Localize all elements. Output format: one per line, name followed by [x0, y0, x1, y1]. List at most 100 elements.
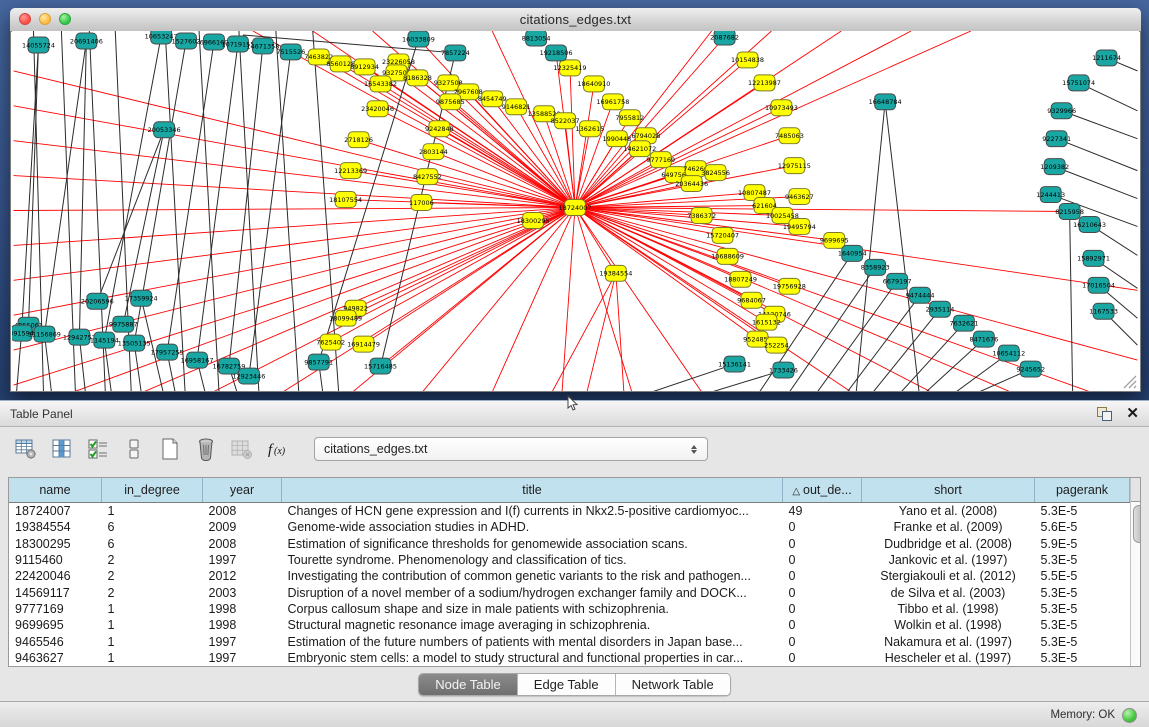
graph-node[interactable]: 3824556: [701, 165, 730, 181]
canvas-resize-grip[interactable]: [1121, 373, 1137, 389]
create-column-icon[interactable]: [156, 435, 184, 463]
graph-node[interactable]: 14055724: [22, 37, 55, 53]
tab-network-table[interactable]: Network Table: [616, 674, 730, 695]
graph-node[interactable]: 13505135: [118, 335, 151, 351]
graph-node[interactable]: 12213987: [748, 75, 781, 91]
table-row[interactable]: 1830029562008Estimation of significance …: [9, 536, 1130, 552]
graph-node[interactable]: 2935114: [926, 301, 955, 317]
graph-node[interactable]: 1362615: [576, 121, 605, 137]
window-titlebar[interactable]: citations_edges.txt: [10, 8, 1141, 32]
table-row[interactable]: 946554611997Estimation of the future num…: [9, 633, 1130, 649]
graph-node[interactable]: 252254: [764, 337, 789, 353]
graph-node[interactable]: 9227341: [1042, 131, 1071, 147]
graph-node[interactable]: 1145194: [90, 332, 119, 348]
graph-node[interactable]: 117006: [409, 195, 434, 211]
table-selector-dropdown[interactable]: citations_edges.txt: [314, 437, 708, 461]
graph-node[interactable]: 2803144: [419, 144, 448, 160]
graph-node[interactable]: 1615132: [752, 314, 781, 330]
graph-node[interactable]: 16958167: [181, 352, 214, 368]
graph-node[interactable]: 9777169: [646, 152, 675, 168]
tab-node-table[interactable]: Node Table: [419, 674, 518, 695]
column-header-in_degree[interactable]: in_degree: [102, 478, 203, 503]
column-header-out_de[interactable]: △out_de...: [783, 478, 862, 503]
graph-node[interactable]: 18807249: [724, 271, 757, 287]
graph-node[interactable]: 20206596: [81, 293, 114, 309]
graph-node[interactable]: 8186328: [403, 70, 432, 86]
graph-node[interactable]: 15892971: [1077, 250, 1110, 266]
graph-node[interactable]: 10154838: [731, 52, 764, 68]
graph-node[interactable]: 1167533: [1089, 303, 1118, 319]
graph-node[interactable]: 1527602: [172, 33, 201, 49]
graph-node[interactable]: 7955812: [615, 110, 644, 126]
scrollbar-track[interactable]: [1131, 502, 1140, 666]
graph-node[interactable]: 16648784: [869, 94, 902, 110]
graph-node[interactable]: 1244413: [1036, 187, 1065, 203]
table-row[interactable]: 1456911722003Disruption of a novel membe…: [9, 584, 1130, 600]
graph-node[interactable]: 9975887: [109, 316, 138, 332]
graph-node[interactable]: 1640954: [838, 245, 867, 261]
graph-node[interactable]: 7625402: [316, 334, 345, 350]
graph-node[interactable]: 16961758: [596, 94, 629, 110]
table-row[interactable]: 969969511998Structural magnetic resonanc…: [9, 617, 1130, 633]
graph-node[interactable]: 8427552: [413, 169, 442, 185]
scrollbar-thumb[interactable]: [1133, 505, 1141, 543]
graph-node[interactable]: 7386372: [687, 208, 716, 224]
graph-node[interactable]: 9242848: [425, 121, 454, 137]
table-row[interactable]: 2242004622012Investigating the contribut…: [9, 568, 1130, 584]
graph-node[interactable]: 9463627: [785, 189, 814, 205]
graph-node[interactable]: 8358923: [861, 259, 890, 275]
table-scrollbar[interactable]: [1130, 478, 1140, 666]
graph-node[interactable]: 1733426: [769, 362, 798, 378]
graph-node[interactable]: 9684067: [737, 292, 766, 308]
graph-node[interactable]: 7857224: [441, 45, 470, 61]
graph-node[interactable]: 8912934: [350, 59, 379, 75]
column-header-pagerank[interactable]: pagerank: [1035, 478, 1130, 503]
graph-node[interactable]: 9857791: [304, 354, 333, 370]
table-row[interactable]: 911546021997Tourette syndrome. Phenomeno…: [9, 552, 1130, 568]
delete-column-icon[interactable]: [192, 435, 220, 463]
network-canvas[interactable]: 1872400774638228560128891293423226058932…: [12, 31, 1139, 391]
graph-node[interactable]: 7485063: [775, 128, 804, 144]
column-header-short[interactable]: short: [862, 478, 1035, 503]
graph-node[interactable]: 9329966: [1047, 103, 1076, 119]
graph-node[interactable]: 9146821: [502, 99, 531, 115]
column-header-name[interactable]: name: [9, 478, 102, 503]
column-header-year[interactable]: year: [203, 478, 282, 503]
select-all-icon[interactable]: [84, 435, 112, 463]
clear-selection-icon[interactable]: [120, 435, 148, 463]
graph-node[interactable]: 7515526: [276, 44, 305, 60]
graph-node[interactable]: 8471676: [969, 331, 998, 347]
graph-node[interactable]: 19384554: [599, 265, 632, 281]
minimize-window-button[interactable]: [39, 13, 51, 25]
table-mode-icon[interactable]: [12, 435, 40, 463]
table-row[interactable]: 1938455462009Genome-wide association stu…: [9, 519, 1130, 535]
graph-node[interactable]: 19218506: [540, 45, 573, 61]
close-panel-icon[interactable]: ✕: [1126, 407, 1139, 421]
graph-node[interactable]: 15716485: [364, 358, 397, 374]
close-window-button[interactable]: [19, 13, 31, 25]
zoom-window-button[interactable]: [59, 13, 71, 25]
graph-node[interactable]: 2087682: [710, 31, 739, 45]
table-row[interactable]: 977716911998Corpus callosum shape and si…: [9, 601, 1130, 617]
graph-node[interactable]: 9245652: [1016, 361, 1045, 377]
show-columns-icon[interactable]: [48, 435, 76, 463]
graph-node[interactable]: 15136141: [718, 356, 751, 372]
column-header-title[interactable]: title: [282, 478, 783, 503]
graph-node[interactable]: 6679197: [883, 273, 912, 289]
graph-node[interactable]: 10688609: [711, 248, 744, 264]
graph-node[interactable]: 16033809: [402, 31, 435, 47]
graph-node[interactable]: 1211674: [1092, 50, 1121, 66]
graph-node[interactable]: 16914479: [347, 336, 380, 352]
graph-node[interactable]: 19756928: [773, 278, 806, 294]
tab-edge-table[interactable]: Edge Table: [518, 674, 616, 695]
graph-node[interactable]: 20691406: [70, 33, 103, 49]
graph-node[interactable]: 17016504: [1082, 277, 1115, 293]
graph-node[interactable]: 9474444: [906, 287, 935, 303]
graph-node[interactable]: 1209382: [1040, 159, 1069, 175]
graph-node[interactable]: 7632621: [950, 315, 979, 331]
graph-node[interactable]: 15720407: [706, 227, 739, 243]
graph-node[interactable]: 18640910: [577, 76, 610, 92]
function-builder-icon[interactable]: f(x): [264, 435, 292, 463]
table-row[interactable]: 946362711997Embryonic stem cells: a mode…: [9, 650, 1130, 666]
graph-node[interactable]: 2718126: [344, 132, 373, 148]
